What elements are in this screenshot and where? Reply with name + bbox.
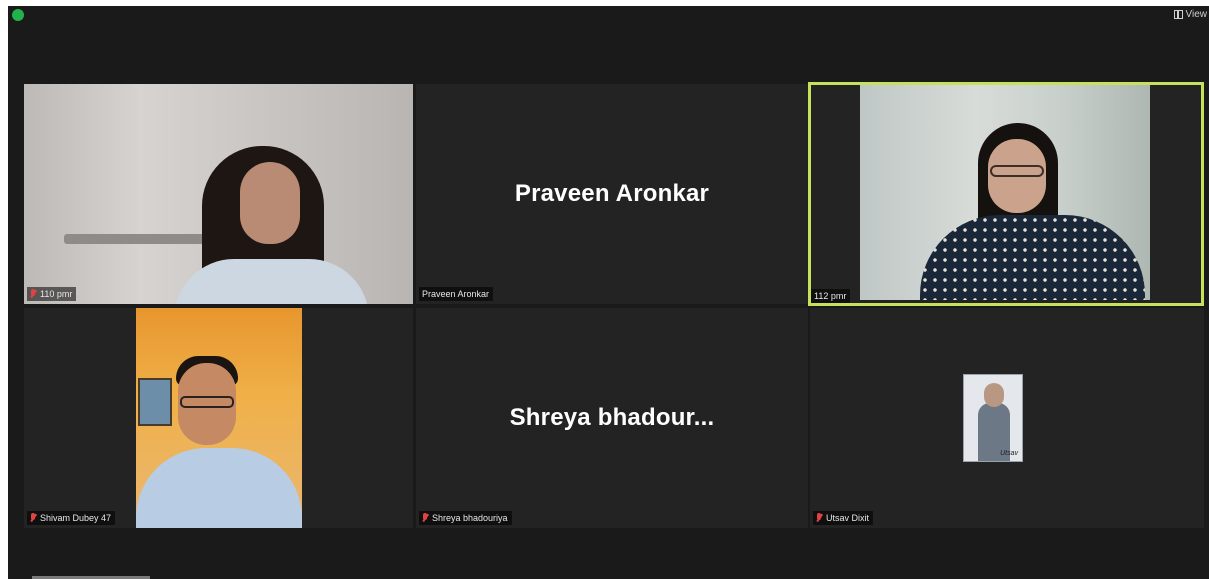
participant-name-label: Utsav Dixit <box>813 511 874 525</box>
mic-muted-icon <box>30 513 36 523</box>
participant-avatar: Utsav <box>963 374 1023 462</box>
participant-name: Utsav Dixit <box>826 513 870 523</box>
participant-tile-5[interactable]: Shreya bhadour... Shreya bhadouriya <box>416 308 808 528</box>
participant-name-label: Shreya bhadouriya <box>419 511 512 525</box>
participant-name-label: 110 pmr <box>27 287 77 301</box>
participant-name: Praveen Aronkar <box>422 289 490 299</box>
participant-video <box>860 85 1150 300</box>
participant-tile-2[interactable]: Praveen Aronkar Praveen Aronkar <box>416 84 808 304</box>
participant-name: Shivam Dubey 47 <box>40 513 112 523</box>
participant-tile-4[interactable]: Shivam Dubey 47 <box>24 308 413 528</box>
participant-tile-1[interactable]: 110 pmr <box>24 84 413 304</box>
participant-tile-6[interactable]: Utsav Utsav Dixit <box>810 308 1204 528</box>
participant-name: 112 pmr <box>814 291 847 301</box>
participant-name: Shreya bhadouriya <box>432 513 508 523</box>
grid-view-icon <box>1173 9 1183 19</box>
participant-name-label: Praveen Aronkar <box>419 287 494 301</box>
security-shield-icon[interactable] <box>12 9 24 21</box>
view-button[interactable]: View <box>1173 6 1208 22</box>
participant-display-name: Praveen Aronkar <box>514 180 710 207</box>
meeting-window: View 110 pmr Praveen Aronkar Praveen Aro… <box>8 6 1209 579</box>
mic-muted-icon <box>30 289 36 299</box>
mic-muted-icon <box>422 513 428 523</box>
participant-name: 110 pmr <box>40 289 73 299</box>
participant-display-name: Shreya bhadour... <box>509 404 715 431</box>
mic-muted-icon <box>816 513 822 523</box>
participant-tile-3-active-speaker[interactable]: 112 pmr <box>808 82 1204 306</box>
participant-name-label: 112 pmr <box>811 289 851 303</box>
participant-video <box>24 84 413 304</box>
participant-name-label: Shivam Dubey 47 <box>27 511 116 525</box>
participant-video <box>136 308 302 528</box>
view-button-label: View <box>1185 8 1208 20</box>
